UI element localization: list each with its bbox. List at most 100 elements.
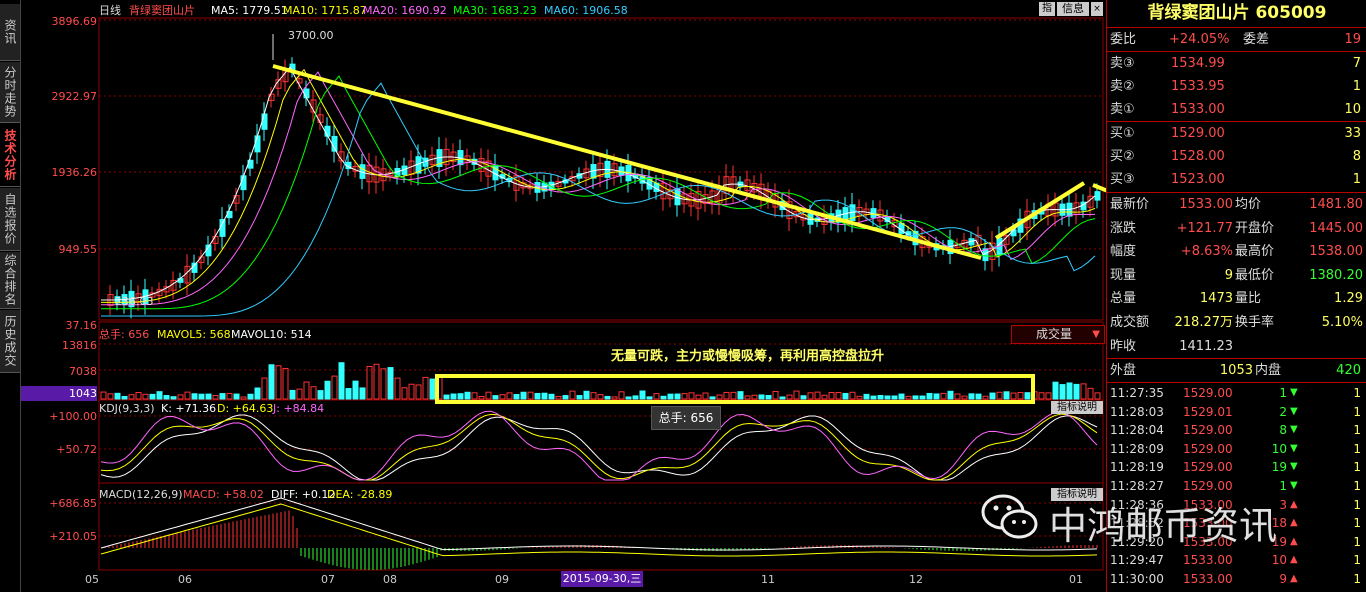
tab-ranking[interactable]: 综合排名 <box>0 252 20 309</box>
volume-bar <box>618 391 625 400</box>
price-axis-label: 2922.97 <box>51 90 98 103</box>
inner-label: 内盘 <box>1255 363 1282 378</box>
volume-label: 总手: 656 <box>99 328 150 341</box>
volume-bar <box>947 390 954 400</box>
kdj-line <box>100 410 1098 481</box>
tick-price: 1529.00 <box>1183 386 1233 400</box>
volume-bar <box>310 386 317 400</box>
close-icon[interactable]: × <box>1091 2 1103 16</box>
stat-value: +8.63% <box>1180 244 1233 260</box>
volume-bar <box>660 395 667 400</box>
macd-value: MACD: +58.02 <box>183 488 264 501</box>
volume-bar <box>1038 392 1045 400</box>
volume-bar <box>170 396 177 400</box>
vol-axis-label: 37.16 <box>65 319 98 332</box>
volume-bar <box>625 396 632 400</box>
volume-bar <box>387 367 394 400</box>
buy-level-qty: 8 <box>1352 149 1361 164</box>
volume-bar <box>373 363 380 400</box>
tab-history[interactable]: 历史成交 <box>0 310 20 373</box>
stat-label: 开盘价 <box>1235 220 1275 236</box>
volume-bar <box>464 391 471 400</box>
mavol5-label: MAVOL5: 568 <box>157 328 231 341</box>
tick-count: 1 <box>1353 516 1361 531</box>
volume-bar <box>422 376 429 400</box>
volume-bar <box>751 394 758 400</box>
vol-axis-label: 7038 <box>69 365 97 378</box>
volume-bar <box>926 392 933 400</box>
weibi-row: 委比 +24.05% 委差 19 <box>1107 28 1366 51</box>
tick-count: 1 <box>1353 497 1361 512</box>
arrow-up-icon: ▲ <box>1290 517 1298 529</box>
kdj-title: KDJ(9,3,3) <box>99 402 155 415</box>
tick-time: 11:28:03 <box>1110 404 1164 419</box>
volume-bar <box>429 378 436 400</box>
macd-axis-label: +686.85 <box>49 497 97 510</box>
stat-label: 现量 <box>1110 267 1137 283</box>
stat-value: 1538.00 <box>1309 244 1363 260</box>
kdj-j-value: J: +84.84 <box>273 402 325 415</box>
volume-bar <box>506 392 513 400</box>
volume-bar <box>730 391 737 400</box>
volume-bar <box>303 381 310 400</box>
volume-bar <box>114 392 121 400</box>
stat-label: 总量 <box>1110 291 1137 307</box>
tick-count: 1 <box>1353 534 1361 549</box>
arrow-up-icon: ▲ <box>1290 498 1298 510</box>
volume-bar <box>1045 392 1052 400</box>
weibi-label: 委比 <box>1110 32 1137 47</box>
volume-bar <box>954 393 961 400</box>
volume-bar <box>821 394 828 400</box>
tab-news[interactable]: 资讯 <box>0 4 20 61</box>
tick-time: 11:28:09 <box>1110 441 1164 456</box>
volume-bar <box>366 365 373 400</box>
moving-average-line <box>101 68 1096 303</box>
volume-bar <box>870 395 877 400</box>
kline-chart-area[interactable]: 日线 背绿窦团山片 MA5: 1779.51 MA10: 1715.87 MA2… <box>21 0 1106 592</box>
tick-count: 1 <box>1353 460 1361 475</box>
volume-bar <box>576 395 583 400</box>
volume-bar <box>632 395 639 400</box>
kdj-axis-label: +100.00 <box>49 410 97 423</box>
tick-qty: 10 <box>1271 441 1287 456</box>
volume-bar <box>492 395 499 400</box>
volume-bar <box>261 377 268 400</box>
tab-technical[interactable]: 技术分析 <box>0 124 20 187</box>
buy-level-row: 买② 1528.00 8 <box>1107 145 1366 168</box>
candle-body <box>240 175 247 191</box>
x-axis-label: 07 <box>321 573 335 586</box>
sell-level-price: 1534.99 <box>1171 56 1225 71</box>
tick-count: 1 <box>1353 423 1361 438</box>
high-price-mark: 3700.00 <box>288 29 334 42</box>
volume-bar <box>807 392 814 400</box>
sell-level-row: 卖① 1533.00 10 <box>1107 98 1366 121</box>
volume-bar <box>653 393 660 400</box>
vol-cursor-value: 1043 <box>21 386 97 401</box>
volume-indicator-select[interactable]: 成交量 ▼ <box>1011 325 1105 344</box>
sell-level-label: 卖② <box>1110 79 1135 94</box>
volume-bar <box>611 396 618 400</box>
indicator-icon[interactable]: 指 <box>1039 2 1055 16</box>
tab-intraday[interactable]: 分时走势 <box>0 62 20 123</box>
volume-bar <box>212 395 219 400</box>
sell-level-label: 卖① <box>1110 102 1135 117</box>
volume-bar <box>555 395 562 400</box>
quote-stat-row: 总量 1473 量比 1.29 <box>1107 287 1366 310</box>
volume-bar <box>590 392 597 400</box>
volume-bar <box>835 392 842 400</box>
info-button[interactable]: 信息 <box>1057 2 1089 16</box>
kdj-help-button[interactable]: 指标说明 <box>1051 401 1103 414</box>
moving-average-line <box>101 75 1096 310</box>
volume-bar <box>891 395 898 400</box>
tab-watchlist[interactable]: 自选报价 <box>0 188 20 251</box>
volume-bar <box>135 391 142 400</box>
volume-indicator-value: 成交量 <box>1036 327 1073 341</box>
arrow-up-icon: ▲ <box>1290 554 1298 566</box>
volume-bar <box>163 395 170 400</box>
volume-bar <box>520 391 527 400</box>
dea-value: DEA: -28.89 <box>327 488 393 501</box>
chart-canvas <box>98 17 1106 571</box>
tick-qty: 1 <box>1279 386 1287 400</box>
stat-label: 最新价 <box>1110 197 1150 212</box>
candle-body <box>254 135 261 153</box>
